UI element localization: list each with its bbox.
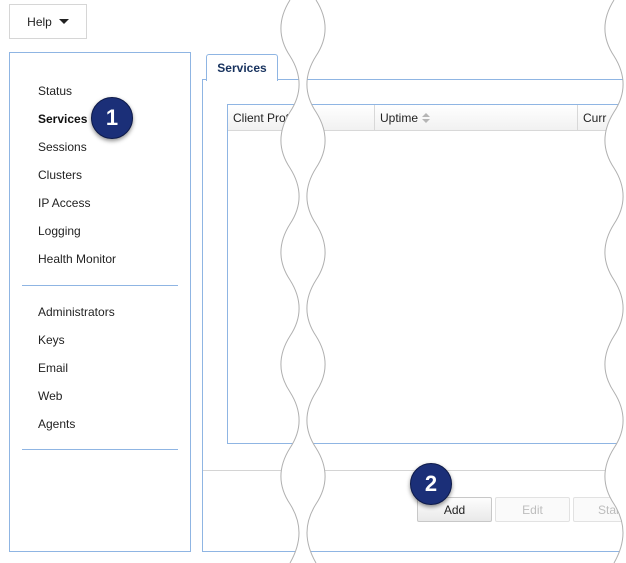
sidebar-item-email[interactable]: Email <box>38 361 68 375</box>
sidebar-item-logging[interactable]: Logging <box>38 224 81 238</box>
sidebar-item-status[interactable]: Status <box>38 84 72 98</box>
sidebar-item-web[interactable]: Web <box>38 389 62 403</box>
sidebar-divider <box>22 285 178 286</box>
sidebar-item-keys[interactable]: Keys <box>38 333 65 347</box>
sidebar-item-services[interactable]: Services <box>38 112 87 126</box>
edit-button[interactable]: Edit <box>495 497 570 522</box>
sidebar-item-sessions[interactable]: Sessions <box>38 140 87 154</box>
torn-edge-divider <box>280 0 326 563</box>
sidebar-item-agents[interactable]: Agents <box>38 417 75 431</box>
help-menu-button[interactable]: Help <box>9 4 87 39</box>
sidebar-item-health-monitor[interactable]: Health Monitor <box>38 252 116 266</box>
tab-services[interactable]: Services <box>206 54 278 81</box>
column-header-uptime[interactable]: Uptime <box>375 105 578 131</box>
sort-icon <box>422 113 431 123</box>
step-callout-2: 2 <box>410 463 452 505</box>
caret-down-icon <box>58 19 69 24</box>
torn-edge-right <box>604 0 626 563</box>
step-callout-1: 1 <box>91 97 133 139</box>
column-header-label: Uptime <box>380 111 419 125</box>
help-menu-label: Help <box>27 14 52 29</box>
sidebar-item-administrators[interactable]: Administrators <box>38 305 115 319</box>
sidebar-item-clusters[interactable]: Clusters <box>38 168 82 182</box>
sidebar-item-ip-access[interactable]: IP Access <box>38 196 90 210</box>
sidebar-divider <box>22 449 178 450</box>
